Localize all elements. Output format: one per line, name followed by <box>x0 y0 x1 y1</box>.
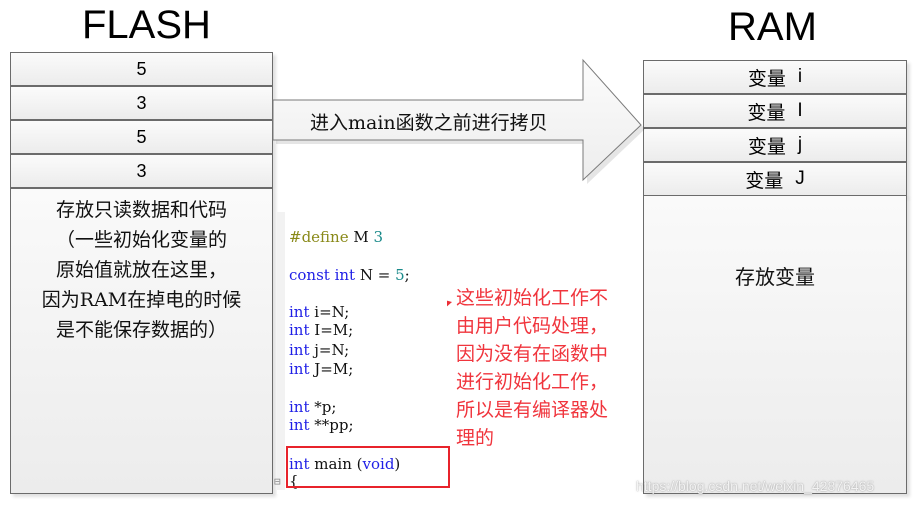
ram-cell: 变量 i <box>643 60 907 94</box>
flash-cell: 5 <box>10 52 273 86</box>
code-line: #define M 3 <box>289 228 383 246</box>
ram-cell-label: 变量 <box>747 135 786 158</box>
flash-cell: 5 <box>10 120 273 154</box>
ram-cell-var: J <box>795 168 805 189</box>
code-token: j=N; <box>314 341 350 359</box>
code-keyword: int <box>289 360 315 378</box>
annotation-text: 这些初始化工作不 由用户代码处理， 因为没有在函数中 进行初始化工作， 所以是有… <box>456 287 609 449</box>
ram-cell-label: 变量 <box>747 101 786 124</box>
ram-cell: 变量 j <box>643 128 907 162</box>
code-keyword: int <box>289 398 315 416</box>
code-token: ; <box>404 266 410 284</box>
code-preprocessor: #define <box>289 228 354 246</box>
code-keyword: int <box>289 303 315 321</box>
code-token: **pp; <box>314 416 354 434</box>
code-keyword: int <box>289 341 315 359</box>
code-keyword: const int <box>289 266 360 284</box>
ram-cell-label: 变量 <box>745 169 784 192</box>
ram-cell: 变量 J <box>643 162 907 196</box>
code-line: int *p; <box>289 398 336 416</box>
code-token: N = <box>359 266 396 284</box>
code-number: 5 <box>395 266 405 284</box>
ram-cell: 变量 I <box>643 94 907 128</box>
code-line: int i=N; <box>289 303 349 321</box>
code-keyword: int <box>289 416 315 434</box>
code-line: int I=M; <box>289 321 353 339</box>
code-line: int **pp; <box>289 416 354 434</box>
ram-description-box: 存放变量 <box>643 195 907 494</box>
watermark: https://blog.csdn.net/weixin_42876465 <box>636 478 875 494</box>
code-number: 3 <box>373 228 384 246</box>
ram-description: 存放变量 <box>735 265 815 289</box>
code-line: int j=N; <box>289 341 349 359</box>
main-function-highlight <box>286 446 450 488</box>
ram-cell-var: i <box>797 66 803 87</box>
arrow-label: 进入main函数之前进行拷贝 <box>310 112 548 134</box>
flash-cell: 3 <box>10 154 273 188</box>
code-token: I=M; <box>314 321 354 339</box>
code-token: J=M; <box>314 360 354 378</box>
flash-description-box: 存放只读数据和代码 （一些初始化变量的 原始值就放在这里， 因为RAM在掉电的时… <box>10 188 273 494</box>
ram-cell-var: I <box>797 100 803 121</box>
flash-cell: 3 <box>10 86 273 120</box>
ram-title: RAM <box>728 5 817 49</box>
code-line: const int N = 5; <box>289 266 410 284</box>
code-keyword: int <box>289 321 315 339</box>
code-gutter <box>277 212 285 490</box>
flash-description: 存放只读数据和代码 （一些初始化变量的 原始值就放在这里， 因为RAM在掉电的时… <box>41 199 242 341</box>
code-token: i=N; <box>314 303 350 321</box>
ram-cell-label: 变量 <box>747 67 786 90</box>
flash-title: FLASH <box>82 3 211 47</box>
ram-cell-var: j <box>797 134 803 155</box>
code-token: M <box>353 228 374 246</box>
fold-collapse-icon[interactable]: ⊟ <box>274 475 281 488</box>
code-line: int J=M; <box>289 360 353 378</box>
code-token: *p; <box>314 398 337 416</box>
